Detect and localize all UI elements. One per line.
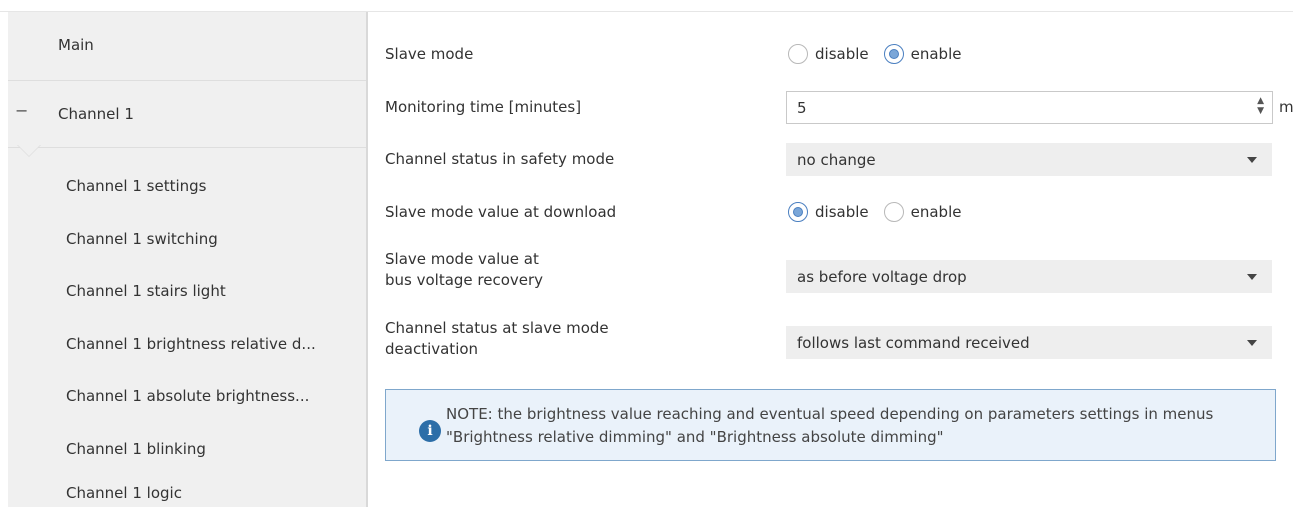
info-icon: i bbox=[419, 420, 441, 442]
slave-mode-enable-radio[interactable] bbox=[883, 44, 904, 64]
status-deactivation-select[interactable]: follows last command received bbox=[786, 326, 1272, 359]
value-download-label: Slave mode value at download bbox=[385, 203, 617, 221]
status-deactivation-value: follows last command received bbox=[797, 334, 1030, 352]
spinner-arrows-icon[interactable]: ▲ ▼ bbox=[1257, 96, 1264, 116]
sidebar-item-channel-1-settings[interactable]: Channel 1 settings bbox=[66, 177, 206, 195]
selection-notch bbox=[18, 145, 40, 156]
slave-mode-enable-label[interactable]: enable bbox=[911, 45, 962, 63]
status-deactivation-label-line1: Channel status at slave mode bbox=[385, 319, 609, 337]
chevron-down-icon bbox=[1247, 274, 1257, 280]
slave-mode-radio-group: disable enable bbox=[788, 41, 969, 67]
value-download-enable-label[interactable]: enable bbox=[911, 203, 962, 221]
chevron-down-icon bbox=[1247, 157, 1257, 163]
sidebar-divider bbox=[366, 12, 368, 507]
sidebar-item-channel-1-brightness-relative[interactable]: Channel 1 brightness relative d... bbox=[66, 335, 316, 353]
status-deactivation-label-line2: deactivation bbox=[385, 340, 479, 358]
monitoring-time-label: Monitoring time [minutes] bbox=[385, 98, 582, 116]
monitoring-time-value[interactable]: 5 bbox=[797, 99, 807, 117]
value-recovery-label-line1: Slave mode value at bbox=[385, 250, 539, 268]
status-deactivation-label: Channel status at slave mode deactivatio… bbox=[385, 318, 609, 360]
value-download-disable-radio[interactable] bbox=[788, 202, 808, 222]
status-safety-value: no change bbox=[797, 151, 876, 169]
sidebar-item-channel-1-blinking[interactable]: Channel 1 blinking bbox=[66, 440, 206, 458]
note-text: NOTE: the brightness value reaching and … bbox=[446, 405, 1214, 446]
value-recovery-select[interactable]: as before voltage drop bbox=[786, 260, 1272, 293]
sidebar-item-channel-1-absolute-brightness[interactable]: Channel 1 absolute brightness... bbox=[66, 387, 309, 405]
slave-mode-label: Slave mode bbox=[385, 45, 474, 63]
value-download-disable-label[interactable]: disable bbox=[815, 203, 869, 221]
chevron-down-icon bbox=[1247, 340, 1257, 346]
sidebar: Main − Channel 1 Channel 1 settings Chan… bbox=[8, 12, 366, 507]
status-safety-select[interactable]: no change bbox=[786, 143, 1272, 176]
collapse-icon[interactable]: − bbox=[15, 101, 28, 120]
sidebar-item-channel-1-stairs-light[interactable]: Channel 1 stairs light bbox=[66, 282, 226, 300]
value-recovery-value: as before voltage drop bbox=[797, 268, 967, 286]
sidebar-item-main[interactable]: Main bbox=[8, 12, 366, 81]
sidebar-item-channel-1-logic[interactable]: Channel 1 logic bbox=[66, 484, 182, 502]
slave-mode-disable-radio[interactable] bbox=[788, 44, 808, 64]
value-recovery-label-line2: bus voltage recovery bbox=[385, 271, 544, 289]
monitoring-time-unit-clip: minutes bbox=[1277, 94, 1293, 122]
sidebar-group-channel-1[interactable]: − Channel 1 bbox=[8, 81, 366, 148]
value-download-radio-group: disable enable bbox=[788, 199, 969, 225]
status-safety-label: Channel status in safety mode bbox=[385, 150, 615, 168]
value-recovery-label: Slave mode value at bus voltage recovery bbox=[385, 249, 543, 291]
monitoring-time-spinbox[interactable]: 5 ▲ ▼ bbox=[786, 91, 1273, 124]
sidebar-group-label: Channel 1 bbox=[58, 105, 134, 123]
sidebar-item-main-label: Main bbox=[58, 36, 94, 54]
sidebar-item-channel-1-switching[interactable]: Channel 1 switching bbox=[66, 230, 218, 248]
note-box: i NOTE: the brightness value reaching an… bbox=[385, 389, 1276, 461]
slave-mode-disable-label[interactable]: disable bbox=[815, 45, 869, 63]
value-download-enable-radio[interactable] bbox=[883, 202, 904, 222]
monitoring-time-unit: minutes bbox=[1279, 98, 1293, 116]
